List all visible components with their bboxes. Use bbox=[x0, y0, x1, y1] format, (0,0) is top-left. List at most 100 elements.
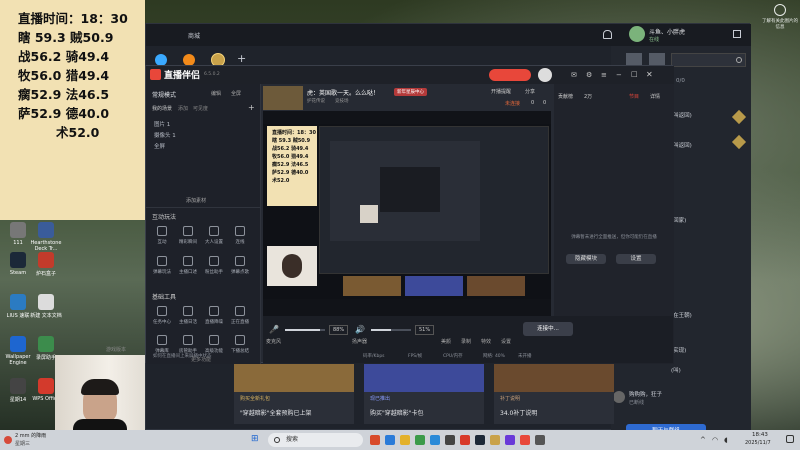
taskbar-app-4[interactable] bbox=[415, 435, 425, 445]
friend-search-input[interactable] bbox=[671, 53, 746, 67]
taskbar-app-5[interactable] bbox=[430, 435, 440, 445]
taskbar-app-1[interactable] bbox=[370, 435, 380, 445]
live-badge[interactable] bbox=[489, 69, 531, 81]
tab-count[interactable]: 2万 bbox=[584, 93, 592, 100]
speaker-icon[interactable]: 🔊 bbox=[355, 325, 365, 334]
message-icon[interactable]: ✉ bbox=[571, 71, 577, 79]
beauty-button[interactable]: 美颜 bbox=[441, 338, 451, 345]
volume-icon[interactable]: ◖ bbox=[724, 436, 728, 444]
tool-admin-helper[interactable]: 房管助手 bbox=[176, 335, 200, 354]
tool-danmaku-lib[interactable]: 弹幕库 bbox=[150, 335, 174, 354]
tool-settings[interactable]: 大人设置 bbox=[202, 226, 226, 245]
menu-icon[interactable]: ≡ bbox=[601, 71, 607, 79]
tool-summary[interactable]: 下播总结 bbox=[228, 335, 252, 354]
tool-highlight[interactable]: 精彩瞬间 bbox=[176, 226, 200, 245]
scene-add[interactable]: 添加 bbox=[178, 105, 188, 112]
overlay-stats-box: 直播时间：18：30 瞎 59.3 贼50.9 战56.2 骑49.4 牧56.… bbox=[0, 0, 145, 220]
weather-text[interactable]: 2 mm 的降雨 bbox=[15, 432, 46, 439]
taskbar-app-7[interactable] bbox=[460, 435, 470, 445]
tab-details[interactable]: 详情 bbox=[650, 93, 660, 100]
stream-preview[interactable]: 直播时间：18：30 瞎 59.3 贼50.9 战56.2 骑49.4 牧56.… bbox=[263, 111, 551, 351]
taskbar-app-9[interactable] bbox=[490, 435, 500, 445]
desktop-icon-2[interactable]: Hearthstone Deck Tr... bbox=[30, 222, 62, 252]
scene-visibility[interactable]: 可见度 bbox=[193, 105, 208, 112]
add-material-button[interactable]: 添加素材 bbox=[186, 197, 206, 204]
tool-daily[interactable]: 主播日活 bbox=[176, 306, 200, 325]
streamer-avatar[interactable] bbox=[538, 68, 552, 82]
room-category-2[interactable]: 竞技场 bbox=[335, 98, 349, 104]
scene-item-2[interactable]: 摄像头 1 bbox=[146, 131, 261, 142]
microphone-icon[interactable]: 🎤 bbox=[269, 325, 279, 334]
tray-chevron-icon[interactable]: ^ bbox=[700, 436, 706, 444]
tab-contribution[interactable]: 贡献榜 bbox=[558, 93, 573, 100]
taskbar-app-6[interactable] bbox=[445, 435, 455, 445]
desktop-icon-6[interactable]: 新建 文本文档 bbox=[30, 294, 62, 319]
effects-button[interactable]: 特效 bbox=[481, 338, 491, 345]
scene-item-3[interactable]: 全屏 bbox=[146, 142, 261, 153]
clock-time[interactable]: 18:43 bbox=[752, 432, 768, 438]
status-hint[interactable]: 如何在直播间上来屏播中状态 bbox=[153, 353, 212, 359]
maximize-icon[interactable]: □ bbox=[631, 70, 638, 78]
share-button[interactable]: 分享 bbox=[525, 88, 535, 95]
close-icon[interactable]: ✕ bbox=[646, 70, 653, 79]
tool-interact[interactable]: 互动 bbox=[150, 226, 174, 245]
tool-advanced[interactable]: 高级功能 bbox=[202, 335, 226, 354]
taskbar-app-8[interactable] bbox=[475, 435, 485, 445]
add-tab-icon[interactable]: + bbox=[237, 52, 246, 65]
taskbar-app-10[interactable] bbox=[505, 435, 515, 445]
taskbar-app-12[interactable] bbox=[535, 435, 545, 445]
tool-tasks[interactable]: 任务中心 bbox=[150, 306, 174, 325]
tab-program[interactable]: 节目 bbox=[629, 93, 639, 100]
external-link-icon[interactable] bbox=[733, 30, 741, 38]
mic-slider[interactable] bbox=[285, 329, 325, 331]
tool-link[interactable]: 连线 bbox=[228, 226, 252, 245]
room-cover[interactable] bbox=[263, 86, 303, 110]
tool-danmaku[interactable]: 弹幕玩法 bbox=[150, 256, 174, 275]
bottom-settings-button[interactable]: 设置 bbox=[501, 338, 511, 345]
room-category-1[interactable]: 护花传说 bbox=[307, 98, 325, 104]
fullscreen-button[interactable]: 全屏 bbox=[231, 90, 241, 97]
speaker-slider[interactable] bbox=[371, 329, 411, 331]
tool-narration[interactable]: 主播口述 bbox=[176, 256, 200, 275]
divider bbox=[146, 207, 261, 208]
minimize-icon[interactable]: − bbox=[616, 71, 622, 79]
promo-card-1[interactable]: 购买全新礼包 "穿越暗影"全套预购已上架 bbox=[234, 364, 354, 424]
taskbar-app-2[interactable] bbox=[385, 435, 395, 445]
wallpaper-info[interactable]: 了解有关此图片的信息 bbox=[760, 4, 800, 30]
mode-selector[interactable]: 常规模式 bbox=[152, 90, 176, 99]
clock-date[interactable]: 2025/11/7 bbox=[745, 440, 771, 446]
tool-song-request[interactable]: 弹幕点歌 bbox=[228, 256, 252, 275]
network-icon[interactable]: ◠ bbox=[712, 436, 718, 444]
friend-count: 0/0 bbox=[676, 78, 685, 84]
friend-name: 购购购，狂子 bbox=[629, 392, 663, 398]
taskbar-app-3[interactable] bbox=[400, 435, 410, 445]
start-stream-button[interactable]: 连接中... bbox=[523, 322, 573, 336]
friend-entry[interactable]: 购购购，狂子 已断线 bbox=[613, 388, 749, 408]
record-button[interactable]: 录制 bbox=[461, 338, 471, 345]
scene-item-1[interactable]: 图片 1 bbox=[146, 120, 261, 131]
desktop-icon-4[interactable]: 炉石盒子 bbox=[30, 252, 62, 277]
room-title[interactable]: 虎：英国歌一天。么么哒！ bbox=[307, 88, 379, 97]
avatar[interactable] bbox=[629, 26, 645, 42]
notification-icon[interactable] bbox=[786, 435, 794, 443]
promo-card-3[interactable]: 补丁说明 34.0补丁说明 bbox=[494, 364, 614, 424]
right-settings-button[interactable]: 设置 bbox=[616, 254, 656, 264]
friend-status: 已断线 bbox=[629, 400, 645, 406]
hide-module-button[interactable]: 隐藏模块 bbox=[566, 254, 606, 264]
weather-icon[interactable] bbox=[4, 436, 12, 444]
taskbar-search[interactable]: 搜索 bbox=[268, 433, 363, 447]
start-icon[interactable]: ⊞ bbox=[251, 434, 259, 444]
bell-icon[interactable] bbox=[603, 30, 612, 39]
promo-card-2[interactable]: 现已推出 购买"穿越暗影"卡包 bbox=[364, 364, 484, 424]
status-live: 未开播 bbox=[518, 354, 532, 359]
tool-denoise[interactable]: 直播降噪 bbox=[202, 306, 226, 325]
taskbar-app-11[interactable] bbox=[520, 435, 530, 445]
tool-fan-helper[interactable]: 粉丝助手 bbox=[202, 256, 226, 275]
add-scene-icon[interactable]: + bbox=[248, 103, 255, 112]
tool-live-now[interactable]: 正在直播 bbox=[228, 306, 252, 325]
shop-tab[interactable]: 商城 bbox=[188, 31, 200, 40]
notify-button[interactable]: 开播提醒 bbox=[491, 88, 511, 95]
promo-title-2: 购买"穿越暗影"卡包 bbox=[370, 410, 424, 417]
edit-button[interactable]: 编辑 bbox=[211, 90, 221, 97]
gear-icon[interactable]: ⚙ bbox=[586, 71, 592, 79]
